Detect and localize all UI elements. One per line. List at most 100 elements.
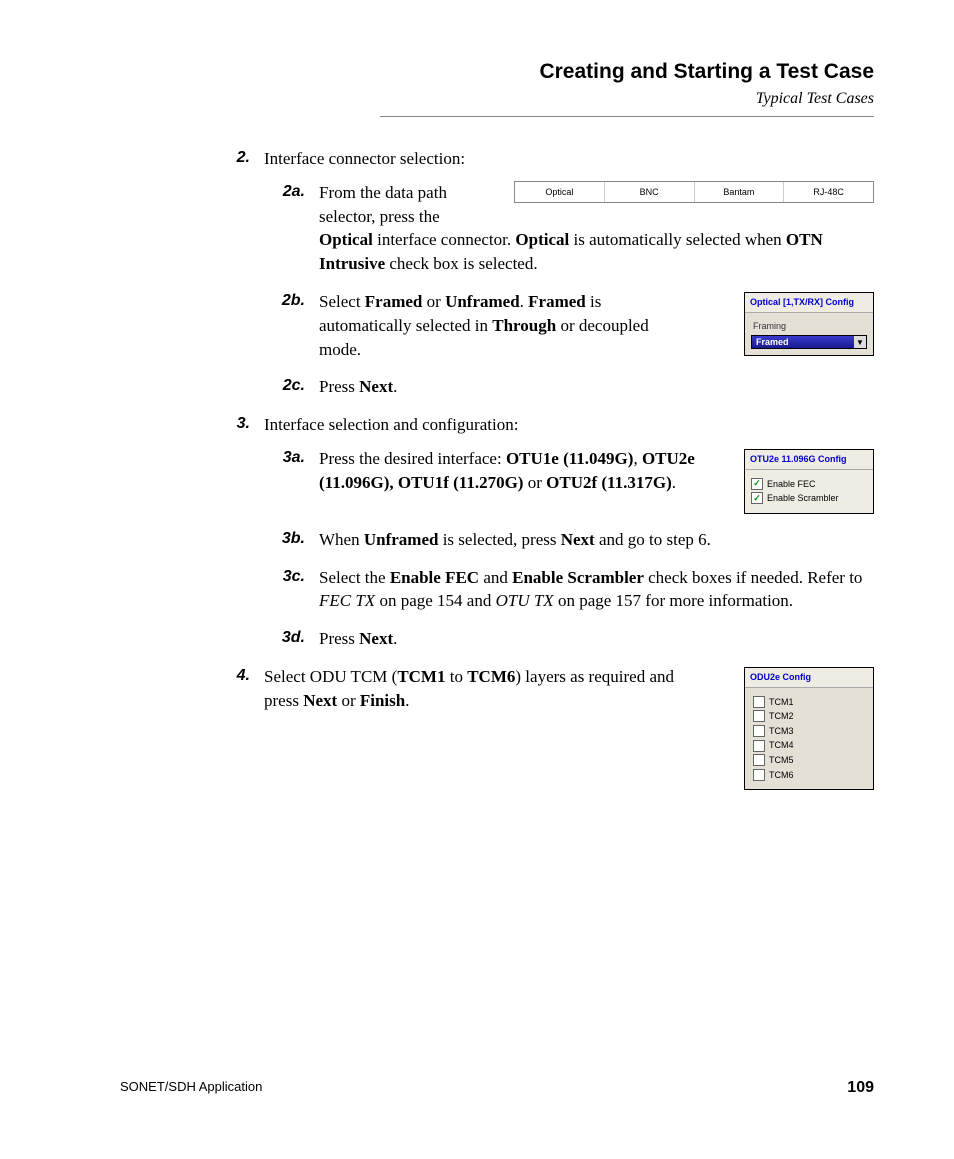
panel-title: OTU2e 11.096G Config: [745, 450, 873, 470]
substep-number: 3c.: [265, 566, 319, 614]
substep-number: 3b.: [265, 528, 319, 552]
checkbox-icon: [753, 696, 765, 708]
checkbox-label: TCM3: [769, 725, 794, 738]
substep-number: 2b.: [265, 290, 319, 361]
text: and go to step 6.: [595, 530, 711, 549]
text: .: [672, 473, 676, 492]
checkbox-icon: [753, 740, 765, 752]
text-bold: Unframed: [364, 530, 439, 549]
text: Press the desired interface:: [319, 449, 506, 468]
substep-number: 2a.: [265, 181, 319, 276]
checkbox-label: TCM4: [769, 739, 794, 752]
checkbox-label: TCM5: [769, 754, 794, 767]
text-bold: TCM6: [467, 667, 515, 686]
text-bold: Optical: [319, 230, 373, 249]
connector-bantam[interactable]: Bantam: [695, 182, 785, 203]
chevron-down-icon: ▼: [854, 336, 866, 348]
step-number: 4.: [210, 665, 264, 790]
tcm5-row[interactable]: TCM5: [753, 754, 865, 767]
enable-fec-row[interactable]: Enable FEC: [751, 478, 867, 491]
text: check boxes if needed. Refer to: [644, 568, 863, 587]
text-bold: Unframed: [445, 292, 520, 311]
text-bold: Enable Scrambler: [512, 568, 644, 587]
header-rule: [380, 116, 874, 117]
footer-left: SONET/SDH Application: [120, 1079, 262, 1097]
tcm6-row[interactable]: TCM6: [753, 769, 865, 782]
otu-config-panel: OTU2e 11.096G Config Enable FEC Enable S…: [744, 449, 874, 514]
checkbox-label: Enable FEC: [767, 478, 816, 491]
panel-title: ODU2e Config: [745, 668, 873, 688]
checkbox-label: TCM1: [769, 696, 794, 709]
step-3-title: Interface selection and configuration:: [264, 413, 874, 437]
odu-config-panel: ODU2e Config TCM1 TCM2 TCM3 TCM4 TCM5 TC…: [744, 667, 874, 790]
checkbox-icon: [753, 710, 765, 722]
text: or: [422, 292, 445, 311]
page-number: 109: [847, 1079, 874, 1097]
substep-2c-text: Press Next.: [319, 375, 874, 399]
text: to: [445, 667, 467, 686]
text-italic: FEC TX: [319, 591, 375, 610]
checkbox-icon: [751, 492, 763, 504]
framing-dropdown[interactable]: Framed ▼: [751, 335, 867, 349]
step-4-text: Select ODU TCM (TCM1 to TCM6) layers as …: [264, 665, 684, 713]
checkbox-icon: [753, 754, 765, 766]
tcm2-row[interactable]: TCM2: [753, 710, 865, 723]
text: Select ODU TCM (: [264, 667, 397, 686]
framing-label: Framing: [753, 320, 867, 333]
text: is selected, press: [438, 530, 560, 549]
page-subtitle: Typical Test Cases: [380, 90, 874, 108]
text: From the data path selector, press the: [319, 183, 447, 226]
checkbox-label: TCM2: [769, 710, 794, 723]
text-bold: Enable FEC: [390, 568, 479, 587]
page-title: Creating and Starting a Test Case: [380, 60, 874, 84]
substep-2a-lead: From the data path selector, press the: [319, 181, 500, 229]
text-bold: Optical: [515, 230, 569, 249]
text: .: [393, 377, 397, 396]
text: When: [319, 530, 364, 549]
text-bold: OTU2f (11.317G): [546, 473, 672, 492]
dropdown-value: Framed: [756, 336, 789, 349]
text: .: [520, 292, 529, 311]
text: check box is selected.: [385, 254, 537, 273]
text-bold: OTU1e (11.049G): [506, 449, 634, 468]
tcm4-row[interactable]: TCM4: [753, 739, 865, 752]
panel-title: Optical [1,TX/RX] Config: [745, 293, 873, 313]
text: on page 154 and: [375, 591, 495, 610]
checkbox-icon: [753, 769, 765, 781]
text: or: [337, 691, 360, 710]
text: Press: [319, 629, 359, 648]
substep-number: 2c.: [265, 375, 319, 399]
connector-selector-figure: Optical BNC Bantam RJ-48C: [514, 181, 874, 204]
text: Select the: [319, 568, 390, 587]
substep-2a-rest: Optical interface connector. Optical is …: [319, 228, 874, 276]
step-number: 2.: [210, 147, 264, 171]
text-bold: Framed: [528, 292, 586, 311]
text: interface connector.: [373, 230, 516, 249]
text: is automatically selected when: [569, 230, 786, 249]
text-bold: Next: [303, 691, 337, 710]
enable-scrambler-row[interactable]: Enable Scrambler: [751, 492, 867, 505]
step-number: 3.: [210, 413, 264, 437]
tcm1-row[interactable]: TCM1: [753, 696, 865, 709]
substep-3a-text: Press the desired interface: OTU1e (11.0…: [319, 447, 719, 495]
checkbox-label: TCM6: [769, 769, 794, 782]
text-bold: Framed: [365, 292, 423, 311]
checkbox-label: Enable Scrambler: [767, 492, 839, 505]
text: .: [393, 629, 397, 648]
connector-bnc[interactable]: BNC: [605, 182, 695, 203]
connector-rj48c[interactable]: RJ-48C: [784, 182, 873, 203]
text: Press: [319, 377, 359, 396]
substep-number: 3a.: [265, 447, 319, 514]
text-bold: Through: [492, 316, 556, 335]
substep-number: 3d.: [265, 627, 319, 651]
text: .: [405, 691, 409, 710]
tcm3-row[interactable]: TCM3: [753, 725, 865, 738]
substep-2b-text: Select Framed or Unframed. Framed is aut…: [319, 290, 679, 361]
text-bold: Next: [359, 629, 393, 648]
text-bold: Next: [561, 530, 595, 549]
text-bold: Finish: [360, 691, 405, 710]
connector-optical[interactable]: Optical: [515, 182, 605, 203]
text: on page 157 for more information.: [554, 591, 793, 610]
text-italic: OTU TX: [496, 591, 554, 610]
substep-3c-text: Select the Enable FEC and Enable Scrambl…: [319, 566, 874, 614]
